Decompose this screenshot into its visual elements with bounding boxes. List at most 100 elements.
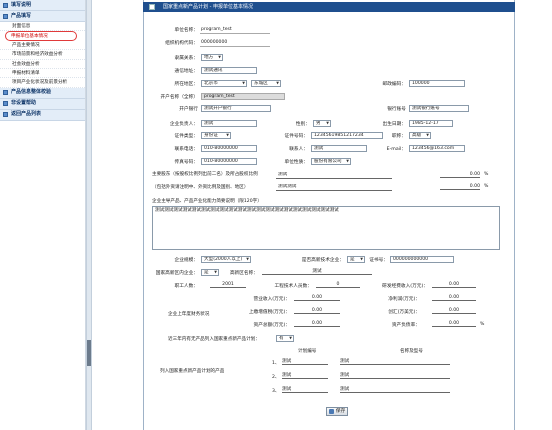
shareholders-note: （包括外资请注明中、外资比例及国别、地区） [152,185,249,190]
save-button[interactable]: 保存 [326,407,348,416]
zone-name-input[interactable]: 测试 [262,269,372,275]
sidebar-item-product[interactable]: 产品主要情况 [0,41,85,51]
owner-name-input[interactable]: program_test [201,93,285,100]
sidebar-section-validate[interactable]: 产品信息整体校验 [0,87,85,99]
sidebar-section-help[interactable]: 非设置帮助 [0,98,85,110]
staff-input[interactable]: 2001 [210,282,246,288]
gender-select[interactable]: 男 [313,120,331,127]
sidebar-item-unit-basic[interactable]: 申报单位基本情况 [5,31,77,41]
unit-name-label: 单位名称： [174,28,198,33]
legal-rep-input[interactable]: 测试 [201,120,257,127]
shareholder-2-input[interactable]: 测试测试 [276,184,392,191]
net-profit-input[interactable]: 0.00 [432,295,476,301]
plan-row-idx: 3、 [272,389,280,394]
cert-type-select[interactable]: 身份证 [201,132,231,139]
plan-header-no: 计划编号 [298,349,317,354]
rd-label: 研发经费收入(万元)： [382,284,428,289]
assets-label: 资产总额(万元)： [253,323,290,328]
sidebar-section-label: 产品信息整体校验 [11,89,52,96]
contact-input[interactable]: 测试 [311,145,367,152]
intro-textarea[interactable]: 测试测试测试测试测试测试测试测试测试测试测试测试测试测试测试测试测试测试测试测试 [152,206,500,250]
sidebar-section-back[interactable]: 返回产品列表 [0,109,85,121]
window-title: 国家重点新产品计划 - 申报单位基本情况 [163,4,253,10]
folder-icon [3,112,8,118]
plan-row-no-input[interactable]: 测试 [282,387,328,393]
cert-no-input[interactable]: 12345619851217234 [311,132,383,139]
fax-input[interactable]: 010-80000000 [201,158,257,165]
title-select[interactable]: 高级 [409,132,431,139]
gender-label: 性别： [295,122,310,127]
assets-input[interactable]: 0.00 [294,321,340,327]
postcode-input[interactable]: 100000 [409,80,465,87]
cert-type-label: 证件类型： [174,134,198,139]
cert-no2-input[interactable]: 000000000000 [390,256,454,263]
affiliation-select[interactable]: 地方 [201,54,223,61]
debt-ratio-input[interactable]: 0.00 [432,321,476,327]
plan-row-idx: 2、 [272,375,280,380]
email-input[interactable]: 123456@163.com [409,145,465,152]
prior-select[interactable]: 有 [276,335,294,342]
splitter[interactable] [86,0,92,430]
national-zone-label: 国家高新区内企业： [155,271,198,276]
shareholders-label: 主要股东（按股权比例列出前二名）及所占股权比例 [152,172,258,177]
shareholder-1-input[interactable]: 测试 [276,172,392,179]
shareholder-2-pct[interactable]: 0.00 [440,184,480,190]
owner-name-label: 开户名称（全称） [160,95,198,100]
intro-label: 企业主导产品、产品产业化能力简要说明（限120字） [152,199,262,204]
sidebar-item-social[interactable]: 社会效益分析 [0,60,85,69]
plan-row-no-input[interactable]: 测试 [282,359,328,365]
export-input[interactable]: 0.00 [432,308,476,314]
region-label: 所在地区： [174,82,198,87]
district-select[interactable]: 东城区 [251,80,281,87]
sidebar: 填写说明 产品填写 封面信息 申报单位基本情况 产品主要情况 市场前景和经济效益… [0,0,86,430]
finance-label: 企业上年度财务状况 [168,312,210,317]
tax-label: 上缴增值税(万元)： [248,310,290,315]
zone-name-label: 高新区名称： [229,271,258,276]
national-zone-select[interactable]: 是 [201,269,219,276]
legal-rep-label: 企业负责人： [169,122,198,127]
scale-select[interactable]: 大型(2000人以上) [201,256,251,263]
bank-input[interactable]: 测试开户银行 [201,105,271,112]
rd-input[interactable]: 0.00 [432,282,476,288]
hightech-select[interactable]: 是 [347,256,365,263]
phone-label: 联系电话： [174,147,198,152]
address-label: 通信地址： [174,69,198,74]
folder-icon [3,13,8,19]
revenue-label: 营业收入(万元)： [253,297,290,302]
shareholder-1-pct[interactable]: 0.00 [440,172,480,178]
unit-nature-select[interactable]: 股份有限公司 [311,158,351,165]
sidebar-item-materials[interactable]: 申报材料清单 [0,69,85,79]
sidebar-section-label: 返回产品列表 [11,111,42,118]
tech-staff-input[interactable]: 0 [316,282,360,288]
plan-row-name-input[interactable]: 测试 [340,359,450,365]
org-code-value: 000000000 [201,40,228,45]
sidebar-section-fill[interactable]: 产品填写 [0,11,85,22]
plan-header-name: 名称及型号 [400,349,423,354]
province-select[interactable]: 北京市 [201,80,247,87]
phone-input[interactable]: 010-80000000 [201,145,257,152]
account-input[interactable]: 测试银行账号 [409,105,469,112]
pct-unit: % [484,184,489,189]
sidebar-item-cover[interactable]: 封面信息 [0,22,85,32]
revenue-input[interactable]: 0.00 [294,295,340,301]
sidebar-section-guide[interactable]: 填写说明 [0,0,85,11]
cert-no-label: 证件号码： [284,134,308,139]
plan-row-name-input[interactable]: 测试 [340,373,450,379]
hightech-label: 是否高新技术企业： [301,258,344,263]
contact-label: 联系人： [289,147,308,152]
plan-row-name-input[interactable]: 测试 [340,387,450,393]
splitter-grip[interactable] [87,340,91,366]
birth-label: 出生日期： [382,122,406,127]
address-input[interactable]: 测试通讯 [201,67,257,74]
sidebar-item-market[interactable]: 市场前景和经济效益分析 [0,50,85,60]
sidebar-section-label: 产品填写 [11,12,32,19]
net-profit-label: 净利润(万元)： [388,297,420,302]
plan-label: 列入国家重点新产品计划的产品 [160,369,225,374]
sidebar-section-label: 非设置帮助 [11,100,37,107]
save-icon [329,409,334,414]
tax-input[interactable]: 0.00 [294,308,340,314]
bank-label: 开户银行 [179,107,198,112]
birth-input[interactable]: 1985-12-17 [409,120,453,127]
plan-row-no-input[interactable]: 测试 [282,373,328,379]
scale-label: 企业规模： [174,258,198,263]
